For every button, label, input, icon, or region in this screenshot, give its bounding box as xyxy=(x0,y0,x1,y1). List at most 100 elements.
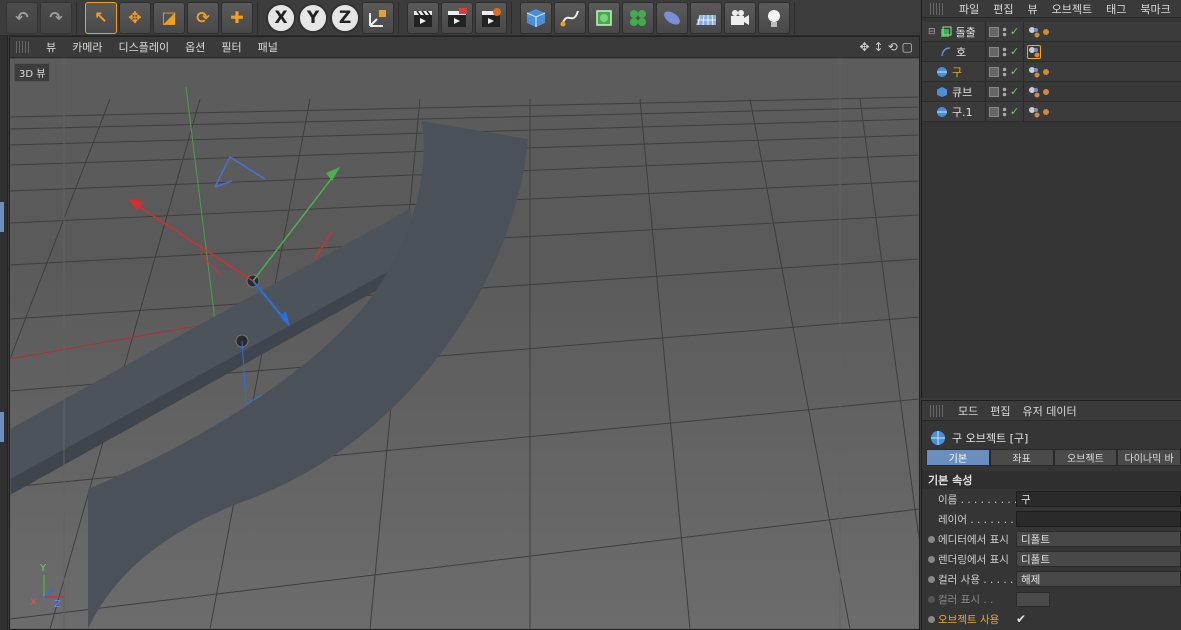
use-color-dropdown[interactable]: 해제 xyxy=(1016,571,1181,587)
tab-basic[interactable]: 기본 xyxy=(926,449,990,466)
visibility-dots[interactable] xyxy=(1002,66,1007,77)
expand-toggle-icon[interactable]: ⊟ xyxy=(928,27,936,37)
render-settings-icon[interactable] xyxy=(475,1,507,34)
enable-check-icon[interactable]: ✓ xyxy=(1010,65,1019,78)
phong-tag-icon[interactable] xyxy=(1027,44,1041,59)
y-axis-lock-button[interactable]: Y xyxy=(298,2,328,33)
render-to-picture-viewer-icon[interactable] xyxy=(441,1,473,34)
light-icon[interactable] xyxy=(758,1,790,34)
x-axis-lock-button[interactable]: X xyxy=(266,2,296,33)
om-menu-view[interactable]: 뷰 xyxy=(1021,1,1045,17)
om-menu-object[interactable]: 오브젝트 xyxy=(1045,1,1099,17)
panel-grip[interactable] xyxy=(930,404,944,417)
editor-visibility-dropdown[interactable]: 디폴트 xyxy=(1016,531,1181,547)
deformer-icon[interactable] xyxy=(656,1,688,34)
phong-tag-icon[interactable] xyxy=(1027,85,1041,99)
cloner-icon[interactable] xyxy=(622,1,654,34)
panel-grip[interactable] xyxy=(930,2,944,15)
object-name-cell[interactable]: 호 xyxy=(922,42,986,61)
viewport-menu-view[interactable]: 뷰 xyxy=(38,39,64,55)
viewport-menu-camera[interactable]: 카메라 xyxy=(64,39,110,55)
object-row-cube[interactable]: 큐브 ✓ xyxy=(922,82,1181,102)
visibility-dots[interactable] xyxy=(1002,46,1007,57)
tab-coordinates[interactable]: 좌표 xyxy=(989,449,1054,466)
am-menu-edit[interactable]: 편집 xyxy=(984,403,1016,419)
viewport-menu-options[interactable]: 옵션 xyxy=(177,39,213,55)
animate-radio[interactable] xyxy=(928,615,935,623)
floor-icon[interactable] xyxy=(690,1,722,34)
spline-pen-icon[interactable] xyxy=(554,1,586,34)
undo-icon[interactable]: ↶ xyxy=(6,1,38,34)
layer-box[interactable] xyxy=(989,66,999,77)
enable-check-icon[interactable]: ✓ xyxy=(1010,45,1019,58)
maximize-view-icon[interactable]: ▢ xyxy=(902,40,913,54)
object-row-extrude[interactable]: ⊟ 돌출 ✓ xyxy=(922,22,1181,42)
om-menu-file[interactable]: 파일 xyxy=(952,1,986,17)
display-color-swatch[interactable] xyxy=(1016,591,1050,607)
section-basic-properties[interactable]: 기본 속성 xyxy=(922,471,1181,489)
rotate-tool-icon[interactable]: ⟳ xyxy=(187,1,219,34)
render-visibility-dropdown[interactable]: 디폴트 xyxy=(1016,551,1181,567)
scene-canvas[interactable]: Y X Z xyxy=(10,59,919,629)
object-name-cell[interactable]: 큐브 xyxy=(922,82,986,101)
animate-radio[interactable] xyxy=(928,535,935,543)
layer-box[interactable] xyxy=(989,86,999,97)
object-name-cell[interactable]: 구.1 xyxy=(922,102,986,121)
layer-box[interactable] xyxy=(989,46,999,57)
om-menu-edit[interactable]: 편집 xyxy=(986,1,1020,17)
layer-box[interactable] xyxy=(989,26,999,37)
pan-icon[interactable]: ✥ xyxy=(859,40,869,54)
render-view-icon[interactable] xyxy=(407,1,439,34)
animate-radio[interactable] xyxy=(928,575,935,583)
transform-tool-icon[interactable]: ✚ xyxy=(221,1,253,34)
phong-tag-icon[interactable] xyxy=(1027,25,1041,39)
enable-check-icon[interactable]: ✓ xyxy=(1010,105,1019,118)
layer-field[interactable] xyxy=(1016,511,1181,527)
animate-radio[interactable] xyxy=(928,555,935,563)
panel-grip[interactable] xyxy=(16,41,30,53)
object-tags xyxy=(1024,22,1049,41)
material-tag-icon[interactable] xyxy=(1043,28,1049,35)
material-tag-icon[interactable] xyxy=(1043,68,1049,75)
name-field[interactable]: 구 xyxy=(1016,491,1181,507)
object-name-cell[interactable]: ⊟ 돌출 xyxy=(922,22,986,41)
attr-row-layer: 레이어 . . . . . . . xyxy=(922,509,1181,529)
move-tool-icon[interactable]: ✥ xyxy=(119,1,151,34)
viewport-menu-display[interactable]: 디스플레이 xyxy=(111,39,178,55)
phong-tag-icon[interactable] xyxy=(1027,105,1041,119)
object-row-arc[interactable]: 호 ✓ xyxy=(922,42,1181,62)
visibility-dots[interactable] xyxy=(1002,26,1007,37)
camera-icon[interactable] xyxy=(724,1,756,34)
visibility-dots[interactable] xyxy=(1002,106,1007,117)
om-menu-bookmark[interactable]: 북마크 xyxy=(1133,1,1177,17)
material-tag-icon[interactable] xyxy=(1043,108,1049,115)
am-menu-user-data[interactable]: 유저 데이터 xyxy=(1017,403,1083,419)
layer-box[interactable] xyxy=(989,106,999,117)
scale-tool-icon[interactable]: ◪ xyxy=(153,1,185,34)
enabled-checkbox[interactable]: ✔ xyxy=(1016,612,1026,626)
visibility-dots[interactable] xyxy=(1002,86,1007,97)
enable-check-icon[interactable]: ✓ xyxy=(1010,25,1019,38)
am-menu-mode[interactable]: 모드 xyxy=(952,403,984,419)
dolly-icon[interactable]: ↕ xyxy=(874,40,884,54)
tab-object[interactable]: 오브젝트 xyxy=(1053,449,1118,466)
object-name-cell[interactable]: 구 xyxy=(922,62,986,81)
viewport-menu-panel[interactable]: 패널 xyxy=(250,39,286,55)
phong-tag-icon[interactable] xyxy=(1027,65,1041,79)
redo-icon[interactable]: ↷ xyxy=(40,1,72,34)
viewport-menu-filter[interactable]: 필터 xyxy=(213,39,249,55)
cube-icon[interactable] xyxy=(520,1,552,34)
coordinate-system-icon[interactable] xyxy=(362,1,394,34)
animate-radio[interactable] xyxy=(928,595,935,603)
z-axis-lock-button[interactable]: Z xyxy=(330,2,360,33)
material-tag-icon[interactable] xyxy=(1043,88,1049,95)
om-menu-tag[interactable]: 태그 xyxy=(1099,1,1133,17)
select-tool-icon[interactable]: ↖ xyxy=(85,1,117,34)
subdivision-surface-icon[interactable] xyxy=(588,1,620,34)
orbit-icon[interactable]: ⟲ xyxy=(888,40,898,54)
3d-viewport[interactable]: 뷰 카메라 디스플레이 옵션 필터 패널 ✥ ↕ ⟲ ▢ Y X Z 3D 뷰 xyxy=(9,36,920,630)
object-row-sphere-1[interactable]: 구.1 ✓ xyxy=(922,102,1181,122)
tab-dynamics[interactable]: 다이나믹 바 xyxy=(1117,449,1181,466)
object-row-sphere[interactable]: 구 ✓ xyxy=(922,62,1181,82)
enable-check-icon[interactable]: ✓ xyxy=(1010,85,1019,98)
